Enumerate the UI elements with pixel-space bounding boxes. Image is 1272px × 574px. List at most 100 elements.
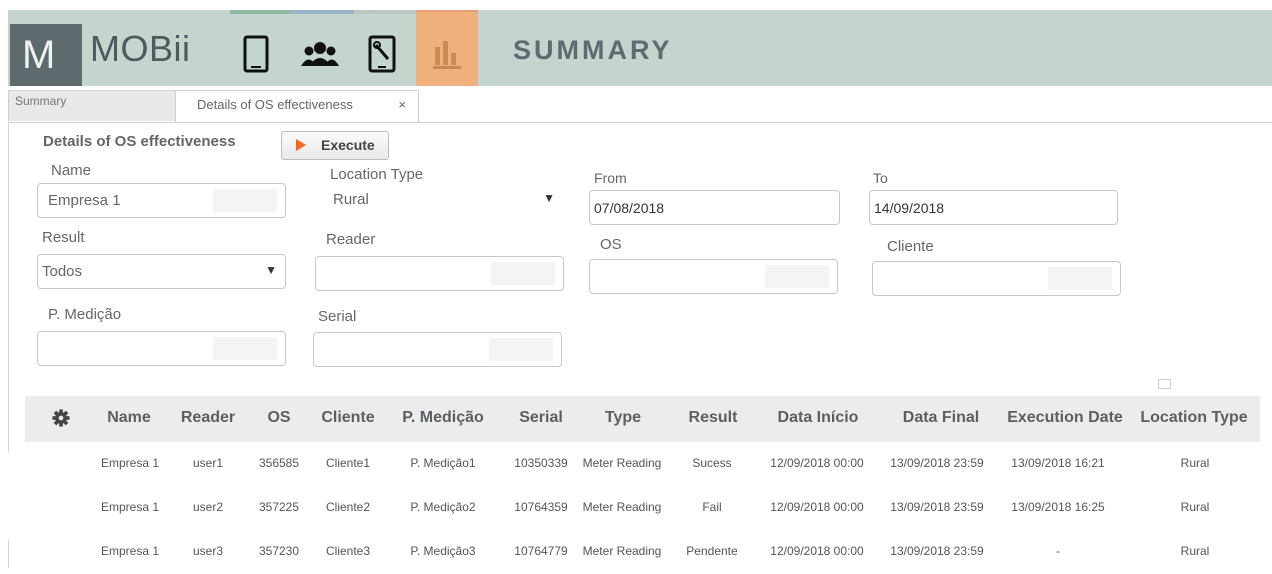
field-clear-area bbox=[491, 262, 555, 285]
table-cell: P. Medição1 bbox=[410, 456, 476, 470]
column-header[interactable]: Reader bbox=[181, 409, 235, 427]
table-cell: 10350339 bbox=[514, 456, 568, 470]
chevron-down-icon: ▼ bbox=[265, 263, 277, 277]
cliente-field[interactable] bbox=[872, 261, 1121, 296]
table-cell: 12/09/2018 00:00 bbox=[770, 544, 864, 558]
p-medicao-field[interactable] bbox=[37, 331, 286, 366]
column-header[interactable]: Result bbox=[689, 409, 738, 427]
accent-strip bbox=[292, 10, 354, 14]
tab-summary[interactable]: Summary bbox=[8, 90, 178, 121]
result-label: Result bbox=[42, 229, 85, 246]
close-icon[interactable]: × bbox=[398, 91, 406, 119]
table-cell: Fail bbox=[702, 500, 722, 514]
table-cell: 13/09/2018 23:59 bbox=[890, 456, 984, 470]
column-header[interactable]: Data Final bbox=[903, 409, 979, 427]
result-select[interactable]: Todos ▼ bbox=[37, 254, 286, 289]
table-cell: Pendente bbox=[686, 544, 738, 558]
table-cell: Rural bbox=[1180, 500, 1210, 514]
logo[interactable]: M bbox=[10, 24, 82, 86]
nav-summary[interactable] bbox=[425, 32, 469, 76]
field-clear-area bbox=[213, 189, 277, 212]
location-type-label: Location Type bbox=[330, 166, 424, 183]
table-cell: Meter Reading bbox=[582, 456, 662, 470]
table-cell: Cliente2 bbox=[325, 500, 371, 514]
field-clear-area bbox=[213, 337, 277, 360]
table-cell: user3 bbox=[192, 544, 224, 558]
name-field[interactable]: Empresa 1 bbox=[37, 183, 286, 218]
table-cell: 13/09/2018 23:59 bbox=[890, 500, 984, 514]
accent-strip bbox=[354, 10, 416, 14]
column-header[interactable]: Location Type bbox=[1140, 409, 1247, 427]
table-cell: P. Medição3 bbox=[410, 544, 476, 558]
to-label: To bbox=[873, 170, 888, 186]
table-cell: 10764779 bbox=[514, 544, 568, 558]
table-cell: user2 bbox=[192, 500, 224, 514]
table-cell: Cliente3 bbox=[325, 544, 371, 558]
from-date-value: 07/08/2018 bbox=[594, 200, 665, 216]
serial-label: Serial bbox=[318, 308, 357, 325]
column-header[interactable]: Data Início bbox=[778, 409, 859, 427]
result-value: Todos bbox=[42, 263, 83, 280]
form-title: Details of OS effectiveness bbox=[43, 133, 236, 150]
nav-device-settings[interactable] bbox=[360, 32, 404, 76]
table-cell: Rural bbox=[1180, 456, 1210, 470]
field-clear-area bbox=[489, 338, 553, 361]
name-label: Name bbox=[51, 162, 92, 179]
table-cell: Empresa 1 bbox=[100, 544, 160, 558]
column-header[interactable]: Serial bbox=[519, 409, 563, 427]
column-header[interactable]: OS bbox=[267, 409, 290, 427]
table-cell: - bbox=[1056, 544, 1060, 558]
column-header[interactable]: P. Medição bbox=[402, 409, 484, 427]
serial-field[interactable] bbox=[313, 332, 562, 367]
location-type-select[interactable]: Rural ▼ bbox=[320, 182, 564, 217]
table-cell: Meter Reading bbox=[582, 544, 662, 558]
bar-chart-icon bbox=[433, 41, 461, 69]
execute-label: Execute bbox=[321, 137, 375, 153]
os-field[interactable] bbox=[589, 259, 838, 294]
tab-details[interactable]: Details of OS effectiveness × bbox=[175, 90, 419, 122]
field-clear-area bbox=[1048, 267, 1112, 290]
table-cell: P. Medição2 bbox=[410, 500, 476, 514]
field-clear-area bbox=[765, 265, 829, 288]
column-header[interactable]: Execution Date bbox=[1007, 409, 1123, 427]
name-value: Empresa 1 bbox=[48, 192, 121, 209]
table-cell: 13/09/2018 16:25 bbox=[1011, 500, 1105, 514]
accent-strip bbox=[230, 10, 292, 14]
chevron-down-icon: ▼ bbox=[543, 191, 555, 205]
divider bbox=[8, 122, 9, 452]
page-title: SUMMARY bbox=[513, 35, 673, 65]
device-settings-icon bbox=[368, 35, 396, 73]
to-date-value: 14/09/2018 bbox=[874, 200, 945, 216]
app-header: M MOBii SUMMARY bbox=[8, 10, 1272, 86]
cliente-label: Cliente bbox=[887, 238, 934, 255]
play-icon bbox=[296, 139, 306, 151]
from-date-field[interactable]: 07/08/2018 bbox=[589, 190, 840, 225]
table-cell: 13/09/2018 16:21 bbox=[1011, 456, 1105, 470]
grid-resize-icon[interactable] bbox=[1158, 379, 1171, 389]
nav-users[interactable] bbox=[298, 32, 342, 76]
tablet-icon bbox=[243, 35, 269, 73]
tab-label: Details of OS effectiveness bbox=[197, 97, 353, 112]
gear-icon[interactable] bbox=[52, 409, 70, 427]
table-cell: 12/09/2018 00:00 bbox=[770, 500, 864, 514]
table-cell: 13/09/2018 23:59 bbox=[890, 544, 984, 558]
nav-tablet[interactable] bbox=[234, 32, 278, 76]
column-header[interactable]: Type bbox=[605, 409, 641, 427]
table-cell: Rural bbox=[1180, 544, 1210, 558]
table-cell: Empresa 1 bbox=[100, 456, 160, 470]
to-date-field[interactable]: 14/09/2018 bbox=[869, 190, 1118, 225]
reader-field[interactable] bbox=[315, 256, 564, 291]
os-label: OS bbox=[600, 236, 622, 253]
table-cell: 357225 bbox=[258, 500, 300, 514]
table-cell: 356585 bbox=[258, 456, 300, 470]
table-cell: Empresa 1 bbox=[100, 500, 160, 514]
execute-button[interactable]: Execute bbox=[281, 131, 389, 160]
column-header[interactable]: Cliente bbox=[321, 409, 374, 427]
table-cell: Meter Reading bbox=[582, 500, 662, 514]
location-type-value: Rural bbox=[333, 191, 369, 208]
table-cell: user1 bbox=[192, 456, 224, 470]
column-header[interactable]: Name bbox=[107, 409, 151, 427]
divider bbox=[8, 540, 9, 568]
p-medicao-label: P. Medição bbox=[48, 306, 122, 323]
brand-name: MOBii bbox=[90, 28, 191, 69]
